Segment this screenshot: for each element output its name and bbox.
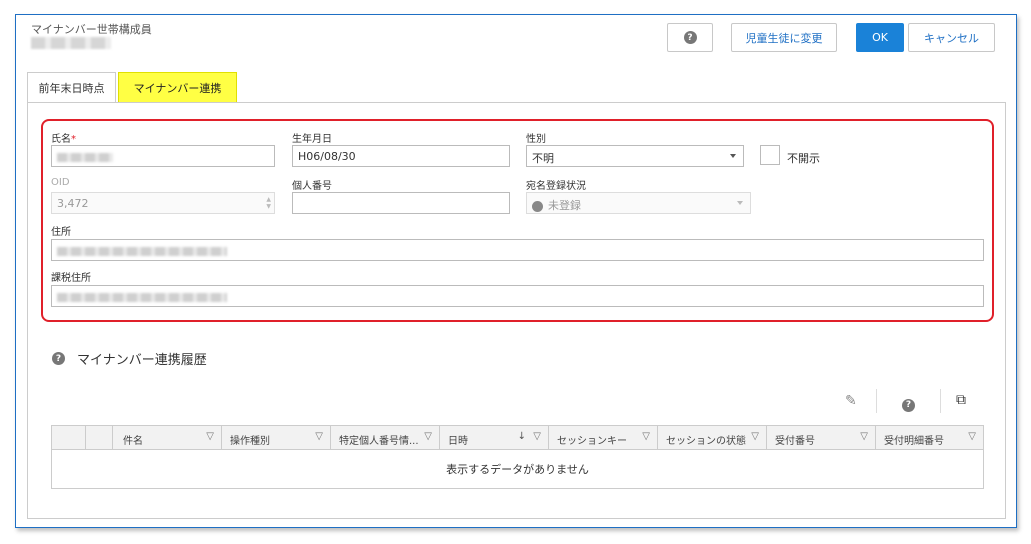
dob-input[interactable]: H06/08/30 xyxy=(292,145,510,167)
grid-col-subject[interactable]: 件名 ▽ xyxy=(113,426,222,450)
name-value-blurred xyxy=(57,152,113,162)
gender-label: 性別 xyxy=(526,134,546,145)
grid-col-operation-type[interactable]: 操作種別 ▽ xyxy=(222,426,331,450)
grid-col-receipt-detail-number[interactable]: 受付明細番号 ▽ xyxy=(876,426,983,450)
sort-down-icon: ↓ xyxy=(517,431,526,442)
grid-col-datetime[interactable]: 日時 ↓ ▽ xyxy=(440,426,549,450)
gender-select[interactable]: 不明 xyxy=(526,145,744,167)
tax-address-input[interactable] xyxy=(51,285,984,307)
filter-icon: ▽ xyxy=(206,431,214,442)
question-icon[interactable]: ? xyxy=(52,352,65,365)
tab-mynumber-link[interactable]: マイナンバー連携 xyxy=(118,72,237,102)
chevron-down-icon xyxy=(737,201,743,205)
toolbar-divider xyxy=(940,389,941,413)
address-input[interactable] xyxy=(51,239,984,261)
grid-col-session-status[interactable]: セッションの状態 ▽ xyxy=(658,426,767,450)
oid-input: 3,472 ▲ ▼ xyxy=(51,192,275,214)
name-input[interactable] xyxy=(51,145,275,167)
address-value-blurred xyxy=(57,246,227,256)
window-subtitle-blurred xyxy=(31,37,111,49)
unlock-window-icon[interactable]: ⧉ xyxy=(956,392,966,408)
ok-button[interactable]: OK xyxy=(856,23,904,52)
tax-address-label: 課税住所 xyxy=(51,273,91,284)
dialog-window: マイナンバー世帯構成員 ? 児童生徒に変更 OK キャンセル 前年末日時点 マイ… xyxy=(15,14,1017,528)
filter-icon: ▽ xyxy=(315,431,323,442)
grid-empty-message: 表示するデータがありません xyxy=(446,463,589,476)
toolbar-divider xyxy=(876,389,877,413)
personal-number-label: 個人番号 xyxy=(292,181,332,192)
personal-number-input[interactable] xyxy=(292,192,510,214)
oid-value: 3,472 xyxy=(57,197,89,210)
registration-status-label: 宛名登録状況 xyxy=(526,181,586,192)
grid-col-select[interactable] xyxy=(52,426,86,450)
filter-icon: ▽ xyxy=(533,431,541,442)
chevron-down-icon xyxy=(730,154,736,158)
history-grid: 件名 ▽ 操作種別 ▽ 特定個人番号情... ▽ 日時 ↓ ▽ セッションキー ▽ セッショ… xyxy=(51,425,984,489)
oid-label: OID xyxy=(51,177,70,188)
address-label: 住所 xyxy=(51,227,71,238)
cancel-button[interactable]: キャンセル xyxy=(908,23,995,52)
help-icon[interactable]: ? xyxy=(902,395,915,412)
window-title: マイナンバー世帯構成員 xyxy=(31,23,152,36)
grid-header: 件名 ▽ 操作種別 ▽ 特定個人番号情... ▽ 日時 ↓ ▽ セッションキー ▽ セッショ… xyxy=(52,426,983,450)
grid-col-session-key[interactable]: セッションキー ▽ xyxy=(549,426,658,450)
dob-label: 生年月日 xyxy=(292,134,332,145)
change-to-student-button[interactable]: 児童生徒に変更 xyxy=(731,23,837,52)
filter-icon: ▽ xyxy=(860,431,868,442)
filter-icon: ▽ xyxy=(642,431,650,442)
edit-pencil-icon[interactable]: ✎ xyxy=(845,393,857,409)
grid-col-icon[interactable] xyxy=(86,426,113,450)
undisclosed-label: 不開示 xyxy=(787,152,820,165)
name-label: 氏名* xyxy=(51,134,76,145)
tax-address-value-blurred xyxy=(57,292,227,302)
undisclosed-checkbox[interactable] xyxy=(760,145,780,165)
tab-year-end[interactable]: 前年末日時点 xyxy=(27,72,116,102)
help-button[interactable]: ? xyxy=(667,23,713,52)
registration-status-value: 未登録 xyxy=(548,199,581,212)
history-section-title: ? マイナンバー連携履歴 xyxy=(52,349,207,368)
question-icon: ? xyxy=(683,31,697,44)
grid-col-receipt-number[interactable]: 受付番号 ▽ xyxy=(767,426,876,450)
grid-col-specific-number-info[interactable]: 特定個人番号情... ▽ xyxy=(331,426,440,450)
spinner-arrows-icon: ▲ ▼ xyxy=(266,196,271,210)
filter-icon: ▽ xyxy=(968,431,976,442)
gender-value: 不明 xyxy=(532,152,554,165)
filter-icon: ▽ xyxy=(751,431,759,442)
filter-icon: ▽ xyxy=(424,431,432,442)
registration-status-select: 未登録 xyxy=(526,192,751,214)
status-dot-icon xyxy=(532,200,543,212)
